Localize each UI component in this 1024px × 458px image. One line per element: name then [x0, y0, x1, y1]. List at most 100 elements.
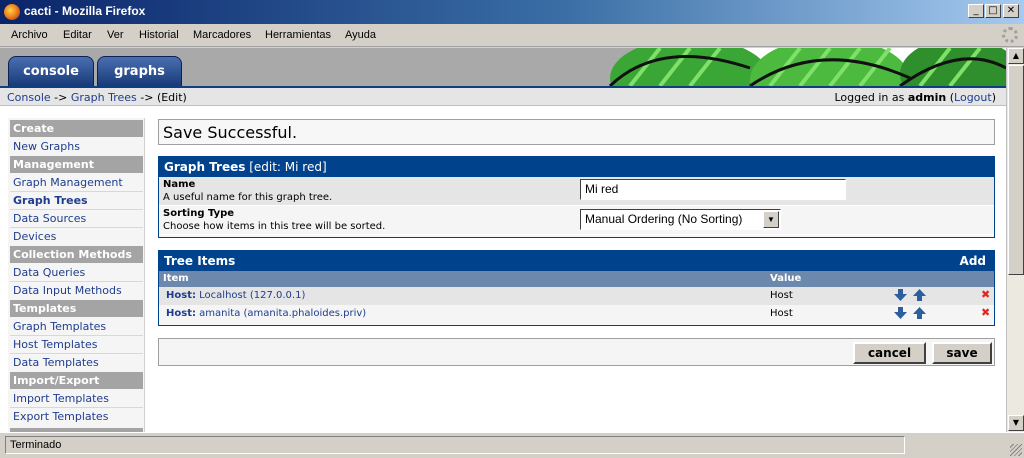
- menu-ver[interactable]: Ver: [107, 29, 124, 41]
- graph-tree-edit-panel: Graph Trees [edit: Mi red] Name A useful…: [158, 156, 995, 238]
- sidebar-item-import-templates[interactable]: Import Templates: [13, 392, 109, 405]
- sidebar-item-graph-templates[interactable]: Graph Templates: [13, 320, 106, 333]
- login-user: admin: [907, 91, 947, 104]
- panel-title: Graph Trees [edit: Mi red]: [159, 157, 994, 177]
- menu-archivo[interactable]: Archivo: [11, 29, 48, 41]
- sidebar-divider: [10, 281, 143, 282]
- breadcrumb: Console -> Graph Trees -> (Edit): [7, 91, 187, 104]
- firefox-icon: [4, 4, 20, 20]
- table-row: Host: amanita (amanita.phaloides.priv) H…: [159, 305, 994, 323]
- sidebar-header-create: Create: [10, 120, 143, 137]
- scroll-down-icon[interactable]: ▼: [1008, 415, 1024, 431]
- tree-items-panel: Tree Items Add Item Value Host: Localhos…: [158, 250, 995, 326]
- tree-item-value: Host: [770, 290, 793, 301]
- move-down-icon[interactable]: [894, 289, 907, 301]
- close-window-button[interactable]: ✕: [1003, 4, 1019, 18]
- name-description: A useful name for this graph tree.: [163, 192, 333, 203]
- window-title-bar[interactable]: cacti - Mozilla Firefox _ □ ✕: [0, 0, 1024, 24]
- menu-historial[interactable]: Historial: [139, 29, 179, 41]
- sidebar-item-data-queries[interactable]: Data Queries: [13, 266, 85, 279]
- sidebar-divider: [10, 335, 143, 336]
- tab-console[interactable]: console: [8, 56, 94, 86]
- column-header-value: Value: [770, 273, 802, 284]
- sidebar-divider: [10, 407, 143, 408]
- sidebar-divider: [10, 191, 143, 192]
- cacti-header: console graphs: [0, 48, 1006, 86]
- sorting-field-row: Sorting Type Choose how items in this tr…: [159, 206, 994, 235]
- menu-herramientas[interactable]: Herramientas: [265, 29, 331, 41]
- maximize-button[interactable]: □: [985, 4, 1001, 18]
- sidebar-item-data-templates[interactable]: Data Templates: [13, 356, 99, 369]
- sorting-type-select[interactable]: Manual Ordering (No Sorting) ▼: [580, 209, 781, 230]
- scrollbar-thumb[interactable]: [1008, 65, 1024, 275]
- sidebar-divider: [10, 353, 143, 354]
- delete-icon[interactable]: ✖: [981, 307, 991, 318]
- tree-item-prefix: Host:: [166, 308, 196, 319]
- sidebar-divider: [10, 227, 143, 228]
- sidebar-header-collection-methods: Collection Methods: [10, 246, 143, 263]
- window-title: cacti - Mozilla Firefox: [24, 4, 146, 18]
- tree-item-link[interactable]: Host: amanita (amanita.phaloides.priv): [166, 308, 366, 319]
- name-label: Name: [163, 179, 196, 190]
- sidebar-item-devices[interactable]: Devices: [13, 230, 56, 243]
- dropdown-arrow-icon[interactable]: ▼: [763, 211, 779, 228]
- scroll-up-icon[interactable]: ▲: [1008, 48, 1024, 64]
- tree-name-input[interactable]: Mi red: [580, 179, 846, 200]
- vertical-scrollbar[interactable]: ▲ ▼: [1006, 48, 1024, 432]
- panel-subtitle: [edit: Mi red]: [245, 160, 327, 174]
- save-button[interactable]: save: [932, 342, 992, 364]
- cancel-button[interactable]: cancel: [853, 342, 926, 364]
- move-up-icon[interactable]: [913, 307, 926, 319]
- tree-items-column-headers: Item Value: [159, 271, 994, 287]
- breadcrumb-separator: ->: [136, 91, 157, 104]
- sidebar-item-new-graphs[interactable]: New Graphs: [13, 140, 80, 153]
- delete-icon[interactable]: ✖: [981, 289, 991, 300]
- save-message: Save Successful.: [158, 119, 995, 145]
- logout-paren-open: (: [946, 91, 955, 104]
- sidebar-divider: [10, 209, 143, 210]
- menu-marcadores[interactable]: Marcadores: [193, 29, 251, 41]
- sidebar-item-graph-trees[interactable]: Graph Trees: [13, 194, 88, 207]
- sidebar-item-host-templates[interactable]: Host Templates: [13, 338, 97, 351]
- login-status: Logged in as admin (Logout): [834, 91, 996, 104]
- sidebar-header-management: Management: [10, 156, 143, 173]
- sidebar-item-export-templates[interactable]: Export Templates: [13, 410, 108, 423]
- tree-item-name: amanita (amanita.phaloides.priv): [195, 308, 367, 319]
- add-tree-item-link[interactable]: Add: [960, 254, 986, 268]
- table-row: Host: Localhost (127.0.0.1) Host ✖: [159, 287, 994, 305]
- cacti-banner-image: [600, 48, 1006, 86]
- panel-title-text: Graph Trees: [164, 160, 246, 174]
- column-header-item: Item: [163, 273, 189, 284]
- breadcrumb-graph-trees[interactable]: Graph Trees: [71, 91, 137, 104]
- menu-ayuda[interactable]: Ayuda: [345, 29, 376, 41]
- tree-items-title-text: Tree Items: [164, 254, 236, 268]
- form-actions: cancel save: [158, 338, 995, 366]
- status-bar: Terminado: [0, 432, 1024, 458]
- throbber-icon: [1002, 27, 1018, 43]
- minimize-button[interactable]: _: [968, 4, 984, 18]
- breadcrumb-separator: ->: [50, 91, 71, 104]
- logout-paren-close: ): [991, 91, 996, 104]
- logout-link[interactable]: Logout: [954, 91, 992, 104]
- move-up-icon[interactable]: [913, 289, 926, 301]
- tree-item-link[interactable]: Host: Localhost (127.0.0.1): [166, 290, 305, 301]
- tree-items-title: Tree Items Add: [159, 251, 994, 271]
- breadcrumb-console[interactable]: Console: [7, 91, 51, 104]
- login-prefix: Logged in as: [834, 91, 908, 104]
- sidebar: Create New Graphs Management Graph Manag…: [8, 118, 145, 432]
- sidebar-header-import-export: Import/Export: [10, 372, 143, 389]
- status-text: Terminado: [5, 436, 905, 454]
- resize-grip-icon[interactable]: [1010, 444, 1022, 456]
- sidebar-item-graph-management[interactable]: Graph Management: [13, 176, 123, 189]
- breadcrumb-bar: Console -> Graph Trees -> (Edit) Logged …: [0, 86, 1006, 106]
- sorting-description: Choose how items in this tree will be so…: [163, 221, 386, 232]
- sorting-type-value: Manual Ordering (No Sorting): [585, 212, 743, 226]
- tab-graphs[interactable]: graphs: [97, 56, 182, 86]
- tree-item-value: Host: [770, 308, 793, 319]
- move-down-icon[interactable]: [894, 307, 907, 319]
- sidebar-item-data-input-methods[interactable]: Data Input Methods: [13, 284, 122, 297]
- tree-item-name: Localhost (127.0.0.1): [195, 290, 306, 301]
- menu-editar[interactable]: Editar: [63, 29, 92, 41]
- tree-item-prefix: Host:: [166, 290, 196, 301]
- sidebar-item-data-sources[interactable]: Data Sources: [13, 212, 86, 225]
